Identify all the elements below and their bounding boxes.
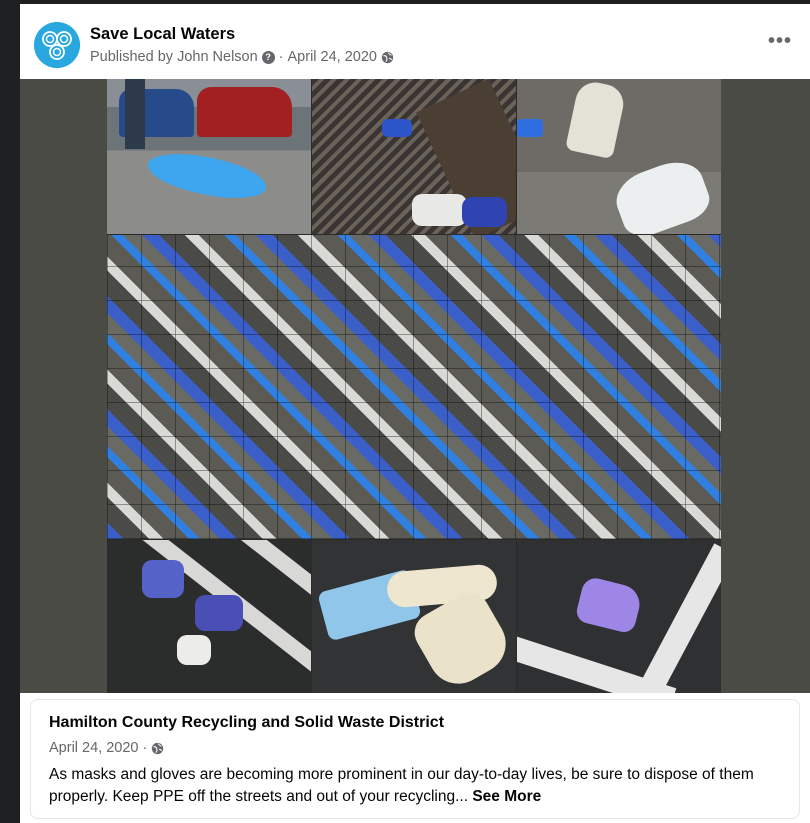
more-options-button[interactable]: ••• xyxy=(768,31,792,51)
collage-tile-glove-street xyxy=(107,79,311,234)
globe-icon xyxy=(151,742,164,755)
globe-icon xyxy=(381,51,394,64)
shared-link-body: As masks and gloves are becoming more pr… xyxy=(49,766,754,805)
page-logo-icon xyxy=(34,22,80,68)
post-date[interactable]: April 24, 2020 xyxy=(288,49,377,65)
page-name[interactable]: Save Local Waters xyxy=(90,25,235,44)
page-avatar[interactable] xyxy=(34,22,80,68)
post-card: Save Local Waters Published by John Nels… xyxy=(20,4,810,823)
post-media[interactable] xyxy=(20,79,810,693)
separator-dot: · xyxy=(278,49,284,65)
separator-dot: · xyxy=(142,740,148,756)
collage-tile-purple-glove xyxy=(517,540,721,693)
shared-link-title[interactable]: Hamilton County Recycling and Solid Wast… xyxy=(49,714,444,732)
shared-link-date[interactable]: April 24, 2020 xyxy=(49,740,138,756)
collage-tile-mask-gloves xyxy=(312,540,516,693)
shared-link-text: As masks and gloves are becoming more pr… xyxy=(49,764,789,808)
help-icon[interactable]: ? xyxy=(261,50,275,64)
collage-tile-storm-grate xyxy=(312,79,516,234)
gloves-collage-image[interactable] xyxy=(107,79,721,693)
see-more-link[interactable]: See More xyxy=(472,788,541,805)
collage-tile-glove-mosaic xyxy=(107,235,721,539)
publisher-name[interactable]: John Nelson xyxy=(177,49,258,65)
collage-tile-pavement-gloves xyxy=(517,79,721,234)
published-by-label: Published by xyxy=(90,49,174,65)
post-header: Save Local Waters Published by John Nels… xyxy=(20,4,810,79)
collage-tile-parking-lines xyxy=(107,540,311,693)
post-meta: Published by John Nelson ? · April 24, 2… xyxy=(90,49,394,65)
shared-link-meta: April 24, 2020 · xyxy=(49,740,164,756)
shared-link-preview[interactable]: Hamilton County Recycling and Solid Wast… xyxy=(30,699,800,819)
